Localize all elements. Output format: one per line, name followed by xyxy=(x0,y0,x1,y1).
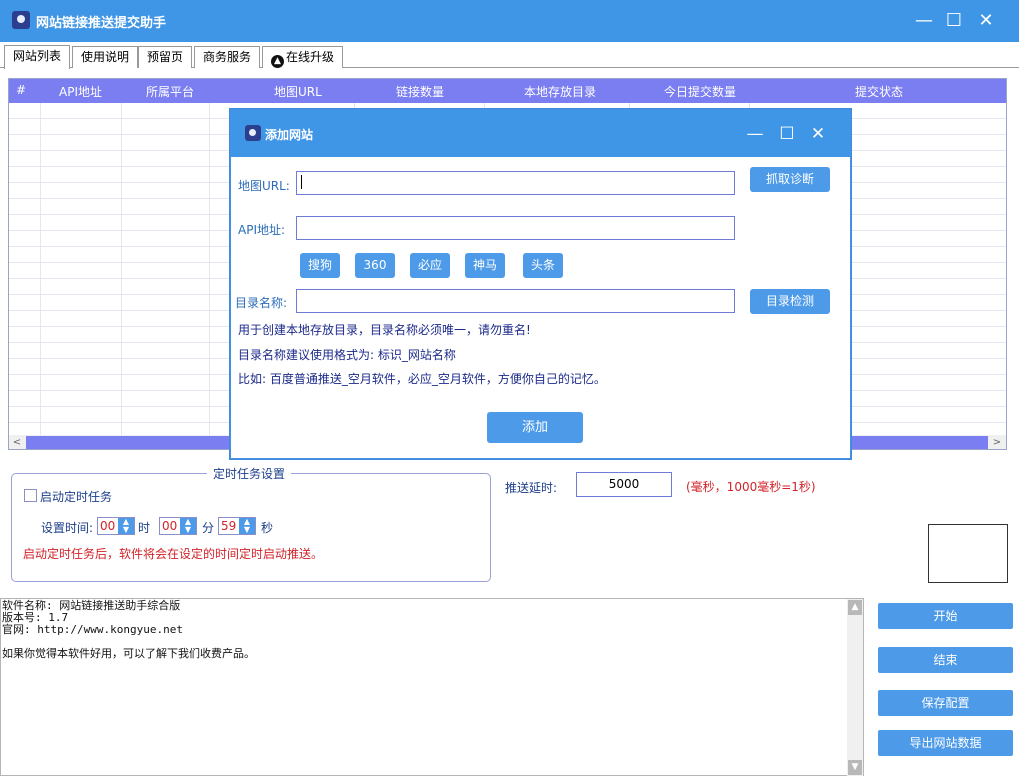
dialog-note: 用于创建本地存放目录，目录名称必须唯一，请勿重名! xyxy=(238,323,531,337)
hour-unit: 时 xyxy=(138,521,151,535)
dialog-maximize-button[interactable]: ☐ xyxy=(774,121,800,147)
directory-name-input[interactable] xyxy=(296,289,735,313)
maximize-button[interactable]: ☐ xyxy=(940,8,968,34)
schedule-warning: 启动定时任务后，软件将会在设定的时间定时启动推送。 xyxy=(23,547,324,561)
minute-value: 00 xyxy=(162,519,178,533)
push-delay-input[interactable]: 5000 xyxy=(576,472,672,497)
log-vertical-scrollbar[interactable]: ▲ ▼ xyxy=(847,599,863,776)
dialog-title: 添加网站 xyxy=(265,128,314,142)
hour-spinner[interactable]: 00 ▲ ▼ xyxy=(97,517,135,535)
grid-col-today-count[interactable]: 今日提交数量 xyxy=(664,83,736,100)
dialog-titlebar: 添加网站 — ☐ ✕ xyxy=(231,110,850,157)
tab-business[interactable]: 商务服务 xyxy=(194,46,261,68)
push-delay-hint: (毫秒，1000毫秒=1秒) xyxy=(686,480,816,494)
start-button[interactable]: 开始 xyxy=(878,603,1013,629)
engine-button-bing[interactable]: 必应 xyxy=(410,253,450,278)
directory-check-button[interactable]: 目录检测 xyxy=(750,289,830,314)
minute-spinner[interactable]: 00 ▲ ▼ xyxy=(159,517,197,535)
close-button[interactable]: ✕ xyxy=(972,8,1000,34)
tab-usage[interactable]: 使用说明 xyxy=(72,46,139,68)
dialog-note: 比如: 百度普通推送_空月软件，必应_空月软件，方便你自己的记忆。 xyxy=(238,372,606,386)
spin-arrows-icon[interactable]: ▲ ▼ xyxy=(180,518,196,534)
grid-col-local-dir[interactable]: 本地存放目录 xyxy=(524,83,596,100)
push-delay-label: 推送延时: xyxy=(505,481,558,495)
second-unit: 秒 xyxy=(261,521,274,535)
text-caret xyxy=(301,175,302,189)
second-value: 59 xyxy=(221,519,237,533)
grid-col-platform[interactable]: 所属平台 xyxy=(146,83,194,100)
tab-bar: 网站列表 使用说明 预留页 商务服务 ▲ 在线升级 xyxy=(0,42,1019,69)
minute-unit: 分 xyxy=(202,521,215,535)
scroll-right-icon[interactable]: > xyxy=(989,435,1005,449)
scroll-up-icon[interactable]: ▲ xyxy=(848,600,862,615)
log-line: 如果你觉得本软件好用，可以了解下我们收费产品。 xyxy=(2,647,255,660)
grid-col-index[interactable]: # xyxy=(16,83,26,97)
minimize-button[interactable]: — xyxy=(910,8,938,34)
dialog-minimize-button[interactable]: — xyxy=(742,121,768,147)
upload-arrow-icon: ▲ xyxy=(271,55,284,68)
engine-button-360[interactable]: 360 xyxy=(355,253,395,278)
dialog-close-button[interactable]: ✕ xyxy=(805,121,831,147)
grid-divider xyxy=(209,103,210,435)
engine-button-shenma[interactable]: 神马 xyxy=(465,253,505,278)
tab-label: 在线升级 xyxy=(286,50,335,64)
diagnose-button[interactable]: 抓取诊断 xyxy=(750,167,830,192)
qr-preview-box xyxy=(928,524,1008,583)
log-line: 官网: http://www.kongyue.net xyxy=(2,623,183,636)
tab-label: 网站列表 xyxy=(13,49,62,63)
spin-arrows-icon[interactable]: ▲ ▼ xyxy=(239,518,255,534)
enable-schedule-label[interactable]: 启动定时任务 xyxy=(40,488,112,505)
tab-online-upgrade[interactable]: ▲ 在线升级 xyxy=(262,46,344,68)
hour-value: 00 xyxy=(100,519,116,533)
scroll-down-icon[interactable]: ▼ xyxy=(848,760,862,775)
add-site-dialog: 添加网站 — ☐ ✕ 地图URL: 抓取诊断 API地址: 搜狗 360 必应 … xyxy=(230,109,851,459)
api-url-label: API地址: xyxy=(238,223,286,237)
grid-divider xyxy=(40,103,41,435)
tab-label: 预留页 xyxy=(147,50,184,64)
grid-col-link-count[interactable]: 链接数量 xyxy=(396,83,444,100)
app-logo-icon xyxy=(12,11,30,29)
grid-divider xyxy=(121,103,122,435)
spin-arrows-icon[interactable]: ▲ ▼ xyxy=(118,518,134,534)
sitemap-url-label: 地图URL: xyxy=(238,179,290,193)
export-site-data-button[interactable]: 导出网站数据 xyxy=(878,730,1013,756)
grid-col-sitemap[interactable]: 地图URL xyxy=(274,83,322,100)
tab-label: 商务服务 xyxy=(203,50,252,64)
tab-reserved[interactable]: 预留页 xyxy=(138,46,193,68)
set-time-label: 设置时间: xyxy=(41,521,94,535)
log-line: 软件名称: 网站链接推送助手综合版 xyxy=(2,599,181,612)
stop-button[interactable]: 结束 xyxy=(878,647,1013,673)
add-site-button[interactable]: 添加 xyxy=(487,412,583,443)
engine-button-sogou[interactable]: 搜狗 xyxy=(300,253,340,278)
grid-col-status[interactable]: 提交状态 xyxy=(855,83,903,100)
grid-header: # API地址 所属平台 地图URL 链接数量 本地存放目录 今日提交数量 提交… xyxy=(9,79,1006,103)
scroll-left-icon[interactable]: < xyxy=(9,435,25,449)
window-title: 网站链接推送提交助手 xyxy=(36,16,167,31)
log-output[interactable]: 软件名称: 网站链接推送助手综合版 版本号: 1.7 官网: http://ww… xyxy=(0,598,864,776)
second-spinner[interactable]: 59 ▲ ▼ xyxy=(218,517,256,535)
dialog-logo-icon xyxy=(245,125,261,141)
engine-button-toutiao[interactable]: 头条 xyxy=(523,253,563,278)
schedule-legend: 定时任务设置 xyxy=(207,465,292,482)
window-titlebar: 网站链接推送提交助手 — ☐ ✕ xyxy=(0,0,1019,42)
api-url-input[interactable] xyxy=(296,216,735,240)
dialog-note: 目录名称建议使用格式为: 标识_网站名称 xyxy=(238,348,456,362)
save-config-button[interactable]: 保存配置 xyxy=(878,690,1013,716)
grid-col-api[interactable]: API地址 xyxy=(59,83,102,100)
tab-site-list[interactable]: 网站列表 xyxy=(4,45,71,69)
directory-name-label: 目录名称: xyxy=(235,296,288,310)
enable-schedule-checkbox[interactable] xyxy=(24,489,37,502)
tab-label: 使用说明 xyxy=(81,50,130,64)
sitemap-url-input[interactable] xyxy=(296,171,735,195)
